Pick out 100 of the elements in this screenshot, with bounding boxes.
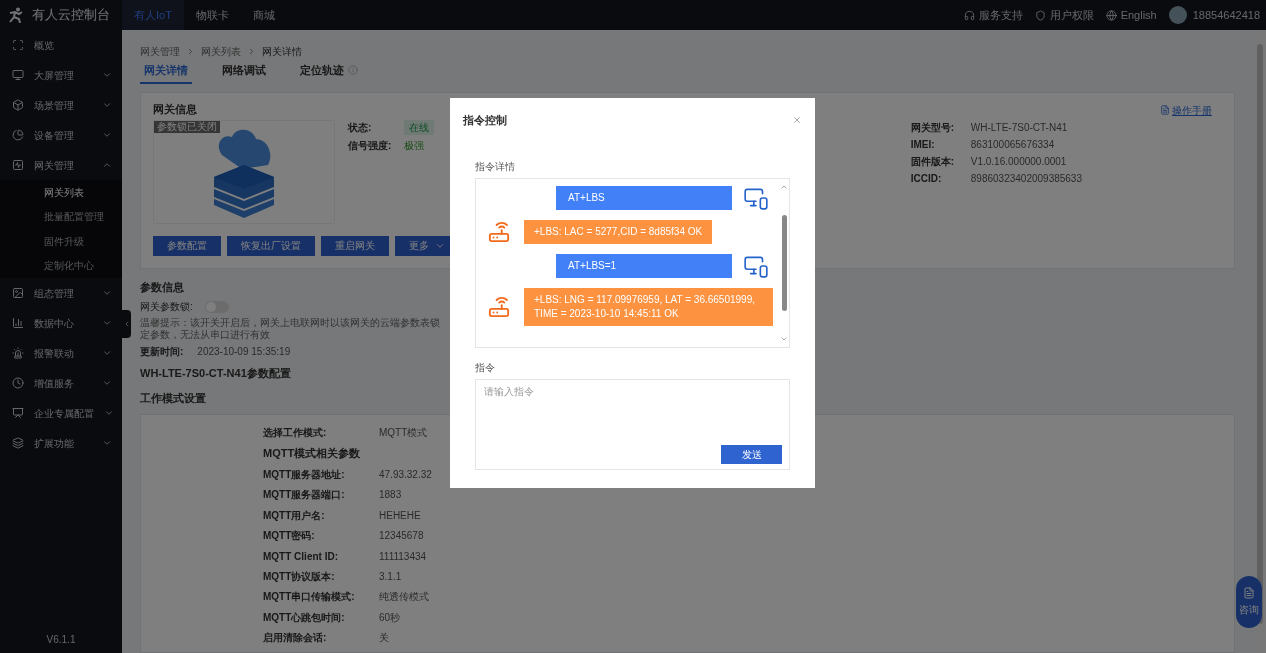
menu-icon (12, 437, 24, 449)
field-label: 指令详情 (475, 159, 515, 174)
field-label: 启用清除会话: (263, 631, 328, 646)
field-label: 选择工作模式: (263, 425, 328, 440)
send-button[interactable]: 发送 (721, 444, 782, 464)
shield-icon (1034, 9, 1046, 21)
menu-icon (12, 317, 24, 329)
sidebar-item[interactable]: 报警联动 (0, 338, 122, 368)
chevron-down-icon (104, 408, 114, 418)
field-value: MQTT模式 (379, 425, 428, 440)
chevron-down-icon (102, 130, 112, 140)
running-person-logo-icon (8, 7, 24, 23)
field-value: 关 (379, 631, 389, 646)
field-label: 网关型号: (910, 120, 956, 135)
field-value: 89860323402009385633 (970, 171, 1082, 186)
field-value: 111113434 (379, 549, 427, 564)
top-nav-tab[interactable]: 有人IoT (122, 0, 184, 30)
breadcrumb-link[interactable]: 网关管理 (140, 44, 180, 59)
sent-message: AT+LBS (556, 185, 732, 210)
field-value: 1883 (379, 488, 402, 503)
field-value: WH-LTE-7S0-CT-N41 (970, 120, 1069, 135)
sidebar-item[interactable]: 数据中心 (0, 308, 122, 338)
close-icon[interactable] (792, 115, 802, 126)
user-name: 18854642418 (1192, 7, 1260, 23)
page-tab[interactable]: 定位轨迹 (296, 62, 362, 84)
menu-icon (12, 407, 24, 419)
top-nav-tab[interactable]: 商城 (240, 0, 287, 30)
collapse-handle[interactable] (122, 310, 131, 338)
field-label: ICCID: (910, 171, 943, 186)
chevron-down-icon (102, 348, 112, 358)
field-value: V1.0.16.000000.0001 (970, 154, 1068, 169)
info-icon (348, 65, 358, 76)
field-label: IMEI: (910, 137, 936, 152)
field-label: MQTT心跳包时间: (263, 610, 346, 625)
sidebar-subitem[interactable]: 批量配置管理 (0, 204, 122, 229)
menu-icon (12, 377, 24, 389)
chevron-down-icon (102, 378, 112, 388)
sidebar-item[interactable]: 企业专属配置 (0, 398, 122, 428)
lock-tag: 参数锁已关闭 (154, 120, 220, 133)
sidebar-item[interactable]: 概览 (0, 30, 122, 60)
sidebar-subitem[interactable]: 网关列表 (0, 180, 122, 205)
field-value: 12345678 (379, 529, 424, 544)
field-value: 3.1.1 (379, 570, 402, 585)
field-label: 固件版本: (910, 154, 956, 169)
field-value: 纯透传模式 (379, 590, 429, 605)
permission-link[interactable]: 用户权限 (1034, 6, 1094, 24)
router-icon (488, 220, 510, 243)
consult-button[interactable]: 咨询 (1236, 576, 1262, 628)
field-label: MQTT协议版本: (263, 570, 336, 585)
chevron-down-icon (102, 100, 112, 110)
action-button[interactable]: 参数配置 (153, 235, 221, 256)
avatar[interactable] (1168, 6, 1187, 24)
sidebar-item[interactable]: 组态管理 (0, 278, 122, 308)
action-button[interactable]: 重启网关 (321, 235, 389, 256)
status-badge: 在线 (404, 119, 434, 135)
menu-icon (12, 99, 24, 111)
group-heading: MQTT模式相关参数 (263, 446, 361, 462)
menu-icon (12, 347, 24, 359)
menu-icon (12, 39, 24, 51)
field-label: 信号强度: (348, 138, 393, 153)
field-label: 指令 (475, 360, 495, 375)
field-label: MQTT密码: (263, 529, 316, 544)
manual-link[interactable]: 操作手册 (1160, 102, 1212, 118)
support-link[interactable]: 服务支持 (963, 6, 1023, 24)
chevron-down-icon (102, 70, 112, 80)
action-button[interactable]: 恢复出厂设置 (227, 235, 315, 256)
sidebar-item[interactable]: 网关管理 (0, 150, 122, 180)
language-link[interactable]: English (1105, 6, 1157, 24)
update-time: 2023-10-09 15:35:19 (197, 345, 291, 359)
sidebar-subitem[interactable]: 定制化中心 (0, 253, 122, 278)
section-title: 网关信息 (153, 101, 197, 117)
config-title: WH-LTE-7S0-CT-N41参数配置 (140, 366, 291, 381)
menu-icon (12, 129, 24, 141)
field-label: MQTT Client ID: (263, 549, 339, 564)
document-icon (1160, 105, 1170, 115)
sidebar-item[interactable]: 大屏管理 (0, 60, 122, 90)
breadcrumb-link[interactable]: 网关详情 (262, 44, 302, 59)
sent-message: AT+LBS=1 (556, 253, 732, 278)
breadcrumb-separator-icon (186, 47, 195, 56)
page-tab[interactable]: 网关详情 (140, 62, 192, 84)
menu-icon (12, 69, 24, 81)
field-value: 863100065676334 (970, 137, 1056, 152)
field-value: HEHEHE (379, 508, 421, 523)
sidebar-subitem[interactable]: 固件升级 (0, 229, 122, 254)
sidebar-item[interactable]: 设备管理 (0, 120, 122, 150)
dialog-title: 指令控制 (463, 113, 507, 128)
field-value: 60秒 (379, 610, 401, 625)
field-label: MQTT服务器端口: (263, 488, 346, 503)
document-icon (1243, 587, 1255, 599)
breadcrumb-link[interactable]: 网关列表 (201, 44, 241, 59)
sidebar-item[interactable]: 扩展功能 (0, 428, 122, 458)
field-label: MQTT用户名: (263, 508, 326, 523)
field-label: 状态: (348, 120, 373, 135)
sidebar-item[interactable]: 场景管理 (0, 90, 122, 120)
signal-value: 极强 (404, 138, 425, 153)
field-label: 网关参数锁: (140, 300, 193, 314)
chevron-up-icon (102, 160, 112, 170)
field-label: 更新时间: (140, 345, 184, 359)
sidebar-item[interactable]: 增值服务 (0, 368, 122, 398)
page-tab[interactable]: 网络调试 (218, 62, 270, 84)
